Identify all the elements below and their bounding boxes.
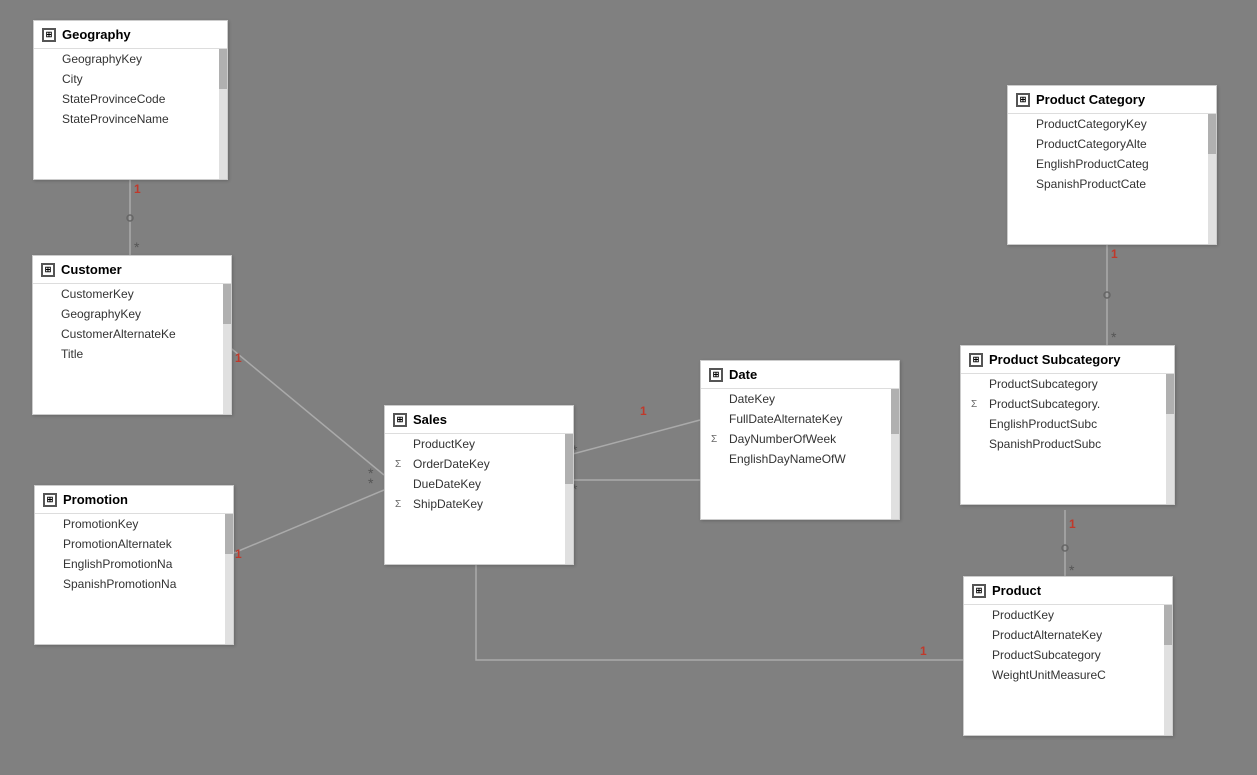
table-product-title: Product — [992, 583, 1041, 598]
table-row: FullDateAlternateKey — [701, 409, 899, 429]
table-sales[interactable]: ⊞ Sales ProductKey Σ OrderDateKey DueDat… — [384, 405, 574, 565]
svg-text:1: 1 — [235, 547, 242, 561]
table-product-category-title: Product Category — [1036, 92, 1145, 107]
table-row: EnglishProductSubc — [961, 414, 1174, 434]
table-row: CustomerAlternateKe — [33, 324, 231, 344]
table-icon: ⊞ — [393, 413, 407, 427]
table-date[interactable]: ⊞ Date DateKey FullDateAlternateKey Σ Da… — [700, 360, 900, 520]
table-row: ProductSubcategory — [964, 645, 1172, 665]
table-icon: ⊞ — [42, 28, 56, 42]
table-row: ProductKey — [964, 605, 1172, 625]
table-row: EnglishDayNameOfW — [701, 449, 899, 469]
field-icon: Σ — [971, 399, 985, 410]
table-sales-body: ProductKey Σ OrderDateKey DueDateKey Σ S… — [385, 434, 573, 564]
table-date-body: DateKey FullDateAlternateKey Σ DayNumber… — [701, 389, 899, 519]
table-row: Σ OrderDateKey — [385, 454, 573, 474]
table-product-subcategory[interactable]: ⊞ Product Subcategory ProductSubcategory… — [960, 345, 1175, 505]
field-icon: Σ — [711, 434, 725, 445]
table-customer-title: Customer — [61, 262, 122, 277]
table-row: StateProvinceCode — [34, 89, 227, 109]
svg-text:*: * — [368, 475, 374, 491]
table-row: GeographyKey — [34, 49, 227, 69]
table-row: ProductAlternateKey — [964, 625, 1172, 645]
table-promotion[interactable]: ⊞ Promotion PromotionKey PromotionAltern… — [34, 485, 234, 645]
table-sales-header: ⊞ Sales — [385, 406, 573, 434]
table-row: Σ ShipDateKey — [385, 494, 573, 514]
table-promotion-title: Promotion — [63, 492, 128, 507]
table-product-category-body: ProductCategoryKey ProductCategoryAlte E… — [1008, 114, 1216, 244]
svg-text:*: * — [134, 239, 140, 255]
field-icon: Σ — [395, 499, 409, 510]
svg-text:1: 1 — [235, 351, 242, 365]
table-product-header: ⊞ Product — [964, 577, 1172, 605]
table-row: SpanishProductSubc — [961, 434, 1174, 454]
table-product-subcategory-body: ProductSubcategory Σ ProductSubcategory.… — [961, 374, 1174, 504]
table-product-category[interactable]: ⊞ Product Category ProductCategoryKey Pr… — [1007, 85, 1217, 245]
table-row: ProductCategoryKey — [1008, 114, 1216, 134]
svg-text:1: 1 — [1069, 517, 1076, 531]
table-icon: ⊞ — [709, 368, 723, 382]
table-row: GeographyKey — [33, 304, 231, 324]
table-geography[interactable]: ⊞ Geography GeographyKey City StateProvi… — [33, 20, 228, 180]
svg-text:1: 1 — [1111, 247, 1118, 261]
table-geography-title: Geography — [62, 27, 131, 42]
table-row: SpanishPromotionNa — [35, 574, 233, 594]
table-product-subcategory-title: Product Subcategory — [989, 352, 1120, 367]
table-row: DateKey — [701, 389, 899, 409]
field-icon: Σ — [395, 459, 409, 470]
table-date-title: Date — [729, 367, 757, 382]
table-row: Σ DayNumberOfWeek — [701, 429, 899, 449]
table-row: StateProvinceName — [34, 109, 227, 129]
table-icon: ⊞ — [43, 493, 57, 507]
table-promotion-header: ⊞ Promotion — [35, 486, 233, 514]
table-row: Title — [33, 344, 231, 364]
table-product-subcategory-header: ⊞ Product Subcategory — [961, 346, 1174, 374]
svg-text:*: * — [1111, 329, 1117, 345]
table-geography-header: ⊞ Geography — [34, 21, 227, 49]
diagram-canvas: 1 * 1 * 1 * 1 * * 1 * 1 * 1 ▲ — [0, 0, 1257, 775]
table-row: EnglishPromotionNa — [35, 554, 233, 574]
table-icon: ⊞ — [972, 584, 986, 598]
table-icon: ⊞ — [969, 353, 983, 367]
table-row: Σ ProductSubcategory. — [961, 394, 1174, 414]
table-icon: ⊞ — [1016, 93, 1030, 107]
table-row: PromotionKey — [35, 514, 233, 534]
table-row: City — [34, 69, 227, 89]
table-sales-title: Sales — [413, 412, 447, 427]
svg-text:1: 1 — [920, 644, 927, 658]
table-product-category-header: ⊞ Product Category — [1008, 86, 1216, 114]
table-row: ProductKey — [385, 434, 573, 454]
table-row: CustomerKey — [33, 284, 231, 304]
table-row: PromotionAlternatek — [35, 534, 233, 554]
table-promotion-body: PromotionKey PromotionAlternatek English… — [35, 514, 233, 644]
table-geography-body: GeographyKey City StateProvinceCode Stat… — [34, 49, 227, 179]
table-icon: ⊞ — [41, 263, 55, 277]
table-date-header: ⊞ Date — [701, 361, 899, 389]
svg-text:1: 1 — [134, 182, 141, 196]
table-customer[interactable]: ⊞ Customer CustomerKey GeographyKey Cust… — [32, 255, 232, 415]
table-row: ProductCategoryAlte — [1008, 134, 1216, 154]
table-row: DueDateKey — [385, 474, 573, 494]
svg-text:1: 1 — [640, 404, 647, 418]
table-row: WeightUnitMeasureC — [964, 665, 1172, 685]
table-customer-header: ⊞ Customer — [33, 256, 231, 284]
table-row: ProductSubcategory — [961, 374, 1174, 394]
table-row: EnglishProductCateg — [1008, 154, 1216, 174]
table-row: SpanishProductCate — [1008, 174, 1216, 194]
table-product-body: ProductKey ProductAlternateKey ProductSu… — [964, 605, 1172, 735]
table-customer-body: CustomerKey GeographyKey CustomerAlterna… — [33, 284, 231, 414]
svg-text:*: * — [368, 465, 374, 481]
table-product[interactable]: ⊞ Product ProductKey ProductAlternateKey… — [963, 576, 1173, 736]
